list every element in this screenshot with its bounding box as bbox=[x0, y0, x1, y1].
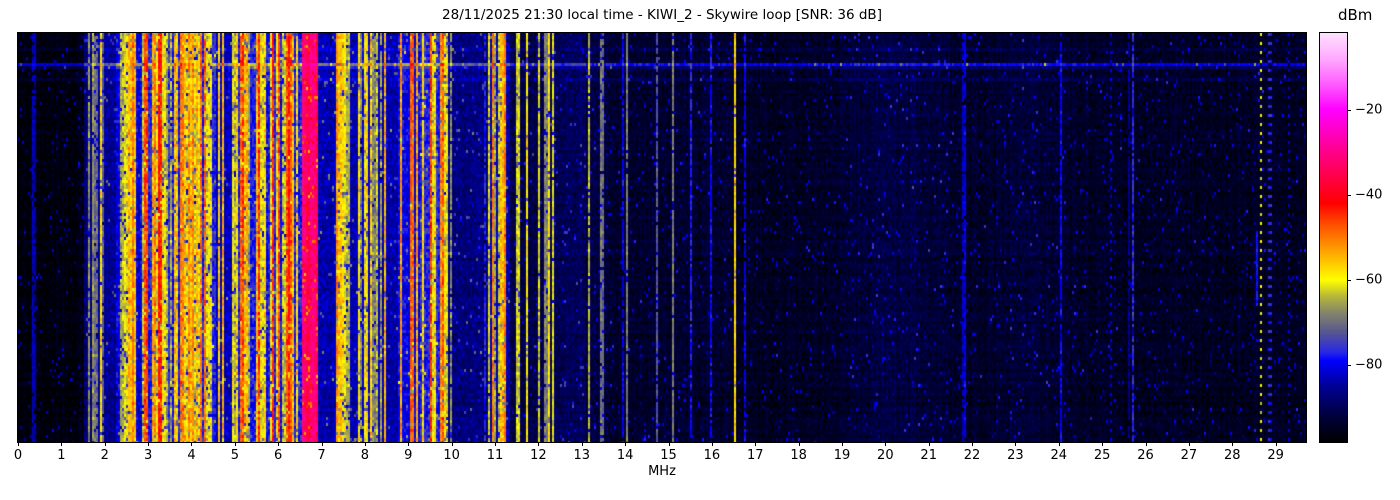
x-tick-mark bbox=[148, 442, 150, 446]
x-tick-label: 17 bbox=[746, 448, 764, 463]
x-tick-label: 12 bbox=[530, 448, 547, 463]
colorbar-tick-label: −20 bbox=[1355, 102, 1383, 118]
x-tick-label: 11 bbox=[486, 448, 504, 463]
chart-title: 28/11/2025 21:30 local time - KIWI_2 - S… bbox=[442, 7, 882, 23]
x-tick-mark bbox=[278, 442, 280, 446]
x-axis-label: MHz bbox=[648, 464, 676, 479]
x-tick-label: 5 bbox=[230, 448, 239, 463]
x-tick-mark bbox=[581, 442, 583, 446]
colorbar-tick-mark bbox=[1347, 109, 1351, 111]
colorbar-tick-label: −40 bbox=[1355, 187, 1383, 203]
x-tick-label: 14 bbox=[616, 448, 634, 463]
x-tick-mark bbox=[234, 442, 236, 446]
colorbar-tick-mark bbox=[1347, 194, 1351, 196]
x-tick-mark bbox=[408, 442, 410, 446]
colorbar-frame bbox=[1319, 32, 1348, 443]
colorbar-unit-label: dBm bbox=[1338, 6, 1373, 24]
colorbar-gradient-canvas bbox=[1320, 33, 1347, 442]
waterfall-canvas bbox=[18, 33, 1306, 442]
x-tick-mark bbox=[364, 442, 366, 446]
x-tick-label: 6 bbox=[274, 448, 283, 463]
x-tick-mark bbox=[1102, 442, 1104, 446]
x-tick-label: 20 bbox=[877, 448, 894, 463]
x-tick-label: 15 bbox=[660, 448, 677, 463]
x-tick-mark bbox=[104, 442, 106, 446]
colorbar-tick-label: −60 bbox=[1355, 272, 1383, 288]
x-tick-label: 23 bbox=[1007, 448, 1024, 463]
x-tick-mark bbox=[798, 442, 800, 446]
x-tick-mark bbox=[191, 442, 193, 446]
x-tick-mark bbox=[625, 442, 627, 446]
x-tick-label: 21 bbox=[920, 448, 937, 463]
x-tick-label: 19 bbox=[833, 448, 851, 463]
x-tick-label: 3 bbox=[143, 448, 153, 463]
x-tick-mark bbox=[321, 442, 323, 446]
x-tick-mark bbox=[1188, 442, 1190, 446]
x-tick-label: 25 bbox=[1093, 448, 1111, 463]
x-tick-mark bbox=[1232, 442, 1234, 446]
x-tick-mark bbox=[1275, 442, 1277, 446]
x-tick-label: 8 bbox=[360, 448, 370, 463]
x-tick-mark bbox=[538, 442, 540, 446]
x-tick-label: 27 bbox=[1180, 448, 1198, 463]
x-tick-mark bbox=[1015, 442, 1017, 446]
x-tick-mark bbox=[755, 442, 757, 446]
colorbar-tick-label: −80 bbox=[1355, 357, 1383, 373]
x-tick-mark bbox=[668, 442, 670, 446]
x-tick-mark bbox=[885, 442, 887, 446]
x-tick-mark bbox=[972, 442, 974, 446]
x-tick-label: 29 bbox=[1267, 448, 1284, 463]
x-tick-mark bbox=[61, 442, 63, 446]
x-tick-label: 7 bbox=[317, 448, 326, 463]
x-tick-mark bbox=[451, 442, 453, 446]
colorbar-tick-mark bbox=[1347, 365, 1351, 367]
x-tick-mark bbox=[711, 442, 713, 446]
x-tick-label: 28 bbox=[1223, 448, 1241, 463]
x-tick-label: 0 bbox=[13, 448, 23, 463]
x-tick-mark bbox=[1145, 442, 1147, 446]
x-tick-label: 10 bbox=[443, 448, 460, 463]
x-tick-label: 18 bbox=[790, 448, 807, 463]
x-tick-label: 4 bbox=[187, 448, 196, 463]
x-tick-label: 24 bbox=[1050, 448, 1068, 463]
x-tick-label: 9 bbox=[404, 448, 413, 463]
x-tick-mark bbox=[841, 442, 843, 446]
x-tick-label: 16 bbox=[703, 448, 721, 463]
x-tick-label: 26 bbox=[1137, 448, 1154, 463]
spectrogram-figure: 28/11/2025 21:30 local time - KIWI_2 - S… bbox=[0, 0, 1400, 500]
waterfall-plot-frame bbox=[17, 32, 1307, 443]
x-tick-mark bbox=[495, 442, 497, 446]
colorbar-tick-mark bbox=[1347, 280, 1351, 282]
x-tick-label: 1 bbox=[57, 448, 66, 463]
x-tick-label: 22 bbox=[963, 448, 981, 463]
x-tick-mark bbox=[1058, 442, 1060, 446]
x-tick-label: 2 bbox=[100, 448, 109, 463]
x-tick-label: 13 bbox=[573, 448, 591, 463]
x-tick-mark bbox=[18, 442, 19, 446]
x-tick-mark bbox=[928, 442, 930, 446]
